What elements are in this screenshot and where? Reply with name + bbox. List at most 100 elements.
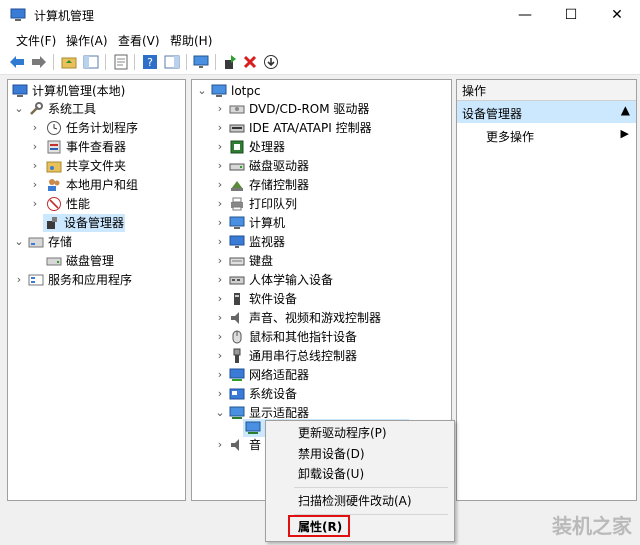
chevron-right-icon[interactable]: › [215,252,225,270]
menu-help[interactable]: 帮助(H) [170,32,212,49]
computer-icon [229,216,245,229]
device-category-storage-controllers[interactable]: › 存储控制器 [194,176,449,194]
chevron-right-icon[interactable]: › [215,138,225,156]
show-hide-tree-icon[interactable] [82,53,100,71]
shared-folder-icon [46,161,62,173]
chevron-right-icon[interactable]: › [215,195,225,213]
tree-item-system-tools[interactable]: ⌄ 系统工具 [10,100,185,118]
properties-highlight-box [288,515,350,537]
device-manager-icon [47,217,57,229]
chevron-down-icon[interactable]: ⌄ [215,404,225,422]
chevron-down-icon[interactable]: ⌄ [197,82,207,100]
menu-disable-device[interactable]: 禁用设备(D) [298,445,365,463]
chevron-right-icon[interactable]: › [30,195,40,213]
tree-item-shared-folders[interactable]: › 共享文件夹 [10,157,185,175]
up-folder-icon[interactable] [60,53,78,71]
chevron-right-icon[interactable]: › [30,119,40,137]
tree-label: 计算机管理(本地) [32,84,126,98]
tree-item-task-scheduler[interactable]: › 任务计划程序 [10,119,185,137]
chevron-right-icon[interactable]: › [215,233,225,251]
device-category-system[interactable]: › 系统设备 [194,385,449,403]
chevron-right-icon[interactable]: › [215,328,225,346]
audio-icon [231,439,239,451]
chevron-right-icon[interactable]: › [215,100,225,118]
display-adapter-icon [245,421,261,434]
ide-controller-icon [229,124,245,133]
chevron-right-icon[interactable]: › [215,366,225,384]
chevron-down-icon[interactable]: ⌄ [14,100,24,118]
device-root[interactable]: ⌄ lotpc [194,82,449,100]
device-category-processor[interactable]: › 处理器 [194,138,449,156]
triangle-right-icon: ▶ [620,127,629,140]
tree-item-performance[interactable]: › 性能 [10,195,185,213]
device-category-sound[interactable]: › 声音、视频和游戏控制器 [194,309,449,327]
device-category-network[interactable]: › 网络适配器 [194,366,449,384]
device-category-dvd[interactable]: › DVD/CD-ROM 驱动器 [194,100,449,118]
chevron-right-icon[interactable]: › [215,119,225,137]
device-category-monitors[interactable]: › 监视器 [194,233,449,251]
minimize-button[interactable]: — [502,0,548,30]
chevron-right-icon[interactable]: › [30,176,40,194]
chevron-right-icon[interactable]: › [215,309,225,327]
maximize-button[interactable]: ☐ [548,0,594,30]
monitor-icon[interactable] [192,53,210,71]
chevron-right-icon[interactable]: › [215,347,225,365]
update-driver-icon[interactable] [221,53,239,71]
speaker-icon [231,312,239,324]
device-category-print-queues[interactable]: › 打印队列 [194,195,449,213]
device-category-keyboards[interactable]: › 键盘 [194,252,449,270]
menu-separator [294,487,448,488]
more-actions-item[interactable]: 更多操作 ▶ [457,125,636,145]
chevron-right-icon[interactable]: › [215,271,225,289]
chevron-right-icon[interactable]: › [30,138,40,156]
menu-update-driver[interactable]: 更新驱动程序(P) [298,424,387,442]
chevron-right-icon[interactable]: › [215,157,225,175]
tree-item-event-viewer[interactable]: › 事件查看器 [10,138,185,156]
properties-icon[interactable] [112,53,130,71]
tools-icon [30,102,43,115]
chevron-right-icon[interactable]: › [215,214,225,232]
device-category-hid[interactable]: › 人体学输入设备 [194,271,449,289]
chevron-right-icon[interactable]: › [215,176,225,194]
chevron-down-icon[interactable]: ⌄ [14,233,24,251]
device-category-ide[interactable]: › IDE ATA/ATAPI 控制器 [194,119,449,137]
menu-scan-hardware[interactable]: 扫描检测硬件改动(A) [298,492,412,510]
actions-section-device-manager[interactable]: 设备管理器 ▲ [457,101,636,123]
tree-item-device-manager[interactable]: 设备管理器 [43,214,125,232]
tree-item-storage[interactable]: ⌄ 存储 [10,233,185,251]
menu-uninstall-device[interactable]: 卸载设备(U) [298,465,364,483]
triangle-up-icon[interactable]: ▲ [621,103,630,117]
chevron-right-icon[interactable]: › [215,385,225,403]
console-tree-pane: 计算机管理(本地) ⌄ 系统工具 › 任务计划程序 › 事件查看器 › 共享文件… [7,79,186,501]
chevron-right-icon[interactable]: › [215,290,225,308]
keyboard-icon [229,257,245,266]
chevron-right-icon[interactable]: › [215,436,225,454]
tree-item-services-apps[interactable]: › 服务和应用程序 [10,271,185,289]
storage-icon [28,237,44,248]
close-button[interactable]: ✕ [594,0,640,30]
event-viewer-icon [47,140,61,154]
back-arrow-icon[interactable] [8,53,26,71]
menu-view[interactable]: 查看(V) [118,32,160,49]
window-title: 计算机管理 [34,9,95,23]
device-category-disk-drives[interactable]: › 磁盘驱动器 [194,157,449,175]
watermark: 装机之家 [552,514,632,538]
chevron-right-icon[interactable]: › [14,271,24,289]
device-category-software-devices[interactable]: › 软件设备 [194,290,449,308]
tree-item-disk-management[interactable]: 磁盘管理 [10,252,185,270]
tree-item-computer-management[interactable]: 计算机管理(本地) [10,82,185,100]
menu-action[interactable]: 操作(A) [66,32,108,49]
forward-arrow-icon[interactable] [30,53,48,71]
scan-hardware-icon[interactable] [262,53,280,71]
tree-item-local-users[interactable]: › 本地用户和组 [10,176,185,194]
device-category-mice[interactable]: › 鼠标和其他指针设备 [194,328,449,346]
menu-file[interactable]: 文件(F) [16,32,56,49]
show-action-pane-icon[interactable] [163,53,181,71]
device-category-computer[interactable]: › 计算机 [194,214,449,232]
help-icon[interactable]: ? [141,53,159,71]
device-category-usb[interactable]: › 通用串行总线控制器 [194,347,449,365]
chevron-right-icon[interactable]: › [30,157,40,175]
mouse-icon [232,330,242,344]
uninstall-x-icon[interactable] [241,53,259,71]
usb-icon [233,348,241,363]
